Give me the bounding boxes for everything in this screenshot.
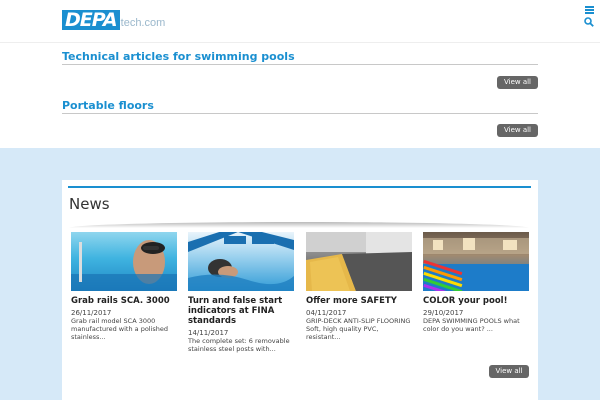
news-top-rule: [68, 186, 531, 188]
news-card[interactable]: Offer more SAFETY 04/11/2017 GRIP-DECK A…: [306, 232, 412, 341]
news-card-title[interactable]: Grab rails SCA. 3000: [71, 296, 177, 306]
news-card[interactable]: Turn and false start indicators at FINA …: [188, 232, 294, 353]
news-thumbnail-color-pool[interactable]: [423, 232, 529, 291]
view-all-button-news[interactable]: View all: [489, 365, 529, 378]
section-title-technical-articles[interactable]: Technical articles for swimming pools: [62, 50, 295, 63]
news-card-title[interactable]: COLOR your pool!: [423, 296, 529, 306]
news-card-excerpt: DEPA SWIMMING POOLS what color do you wa…: [423, 317, 520, 333]
search-icon[interactable]: [584, 17, 594, 27]
section-divider: [62, 113, 538, 114]
news-thumbnail-grab-rails[interactable]: [71, 232, 177, 291]
news-card-date: 26/11/2017: [71, 309, 112, 317]
news-thumbnail-turn-indicators[interactable]: [188, 232, 294, 291]
news-card-date: 29/10/2017: [423, 309, 464, 317]
section-divider: [62, 64, 538, 65]
news-card-title[interactable]: Offer more SAFETY: [306, 296, 412, 306]
section-title-portable-floors[interactable]: Portable floors: [62, 99, 154, 112]
view-all-button-technical[interactable]: View all: [497, 76, 538, 89]
news-card[interactable]: COLOR your pool! 29/10/2017 DEPA SWIMMIN…: [423, 232, 529, 333]
news-thumbnail-grip-deck[interactable]: [306, 232, 412, 291]
news-card-title[interactable]: Turn and false start indicators at FINA …: [188, 296, 294, 326]
news-card-date: 04/11/2017: [306, 309, 347, 317]
logo-mark: DEPA: [62, 10, 120, 30]
news-card[interactable]: Grab rails SCA. 3000 26/11/2017 Grab rai…: [71, 232, 177, 341]
depa-logo[interactable]: DEPA tech.com: [62, 10, 165, 30]
news-card-excerpt: Grab rail model SCA 3000 manufactured wi…: [71, 317, 169, 341]
view-all-button-floors[interactable]: View all: [497, 124, 538, 137]
news-card-excerpt: The complete set: 6 removable stainless …: [188, 337, 290, 353]
site-header: DEPA tech.com: [0, 0, 600, 43]
news-heading: News: [69, 195, 110, 213]
news-shadow-divider: [69, 222, 529, 228]
news-card-excerpt: GRIP-DECK ANTI-SLIP FLOORING Soft, high …: [306, 317, 411, 341]
logo-subtext: tech.com: [120, 17, 166, 29]
news-card-date: 14/11/2017: [188, 329, 229, 337]
hamburger-menu-icon[interactable]: [585, 6, 594, 15]
